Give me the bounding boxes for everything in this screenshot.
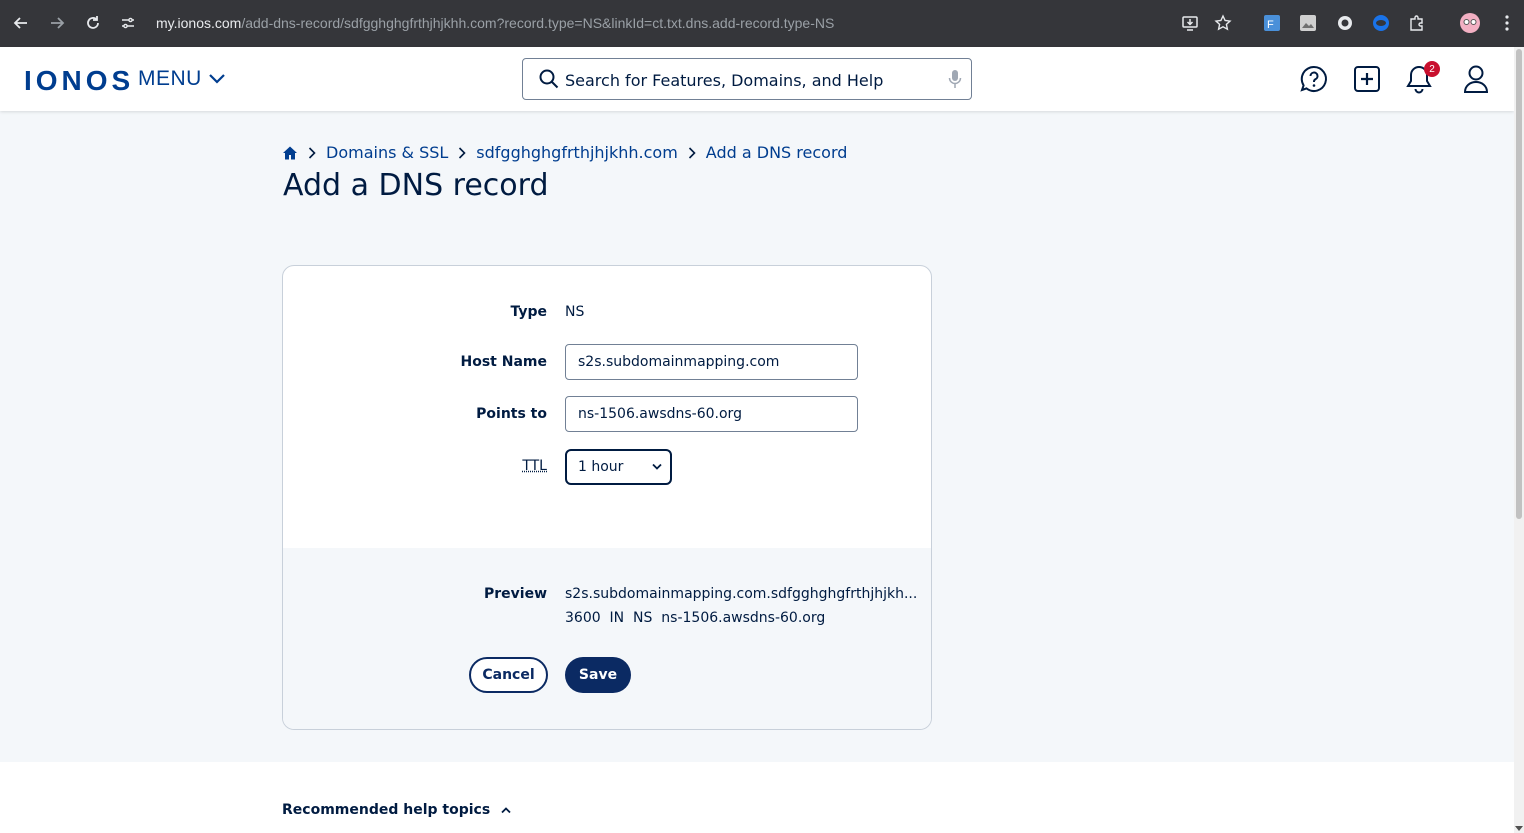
help-topics-toggle[interactable]: Recommended help topics bbox=[282, 802, 512, 818]
avatar-icon bbox=[1460, 13, 1480, 33]
type-value: NS bbox=[565, 304, 585, 320]
ttl-select[interactable]: 1 hour bbox=[565, 449, 672, 485]
help-button[interactable] bbox=[1298, 63, 1330, 95]
ttl-label[interactable]: TTL bbox=[522, 458, 547, 474]
help-topics-label: Recommended help topics bbox=[282, 802, 491, 818]
preview-record-name: s2s.subdomainmapping.com.sdfgghghgfrthjh… bbox=[565, 586, 918, 602]
cancel-button[interactable]: Cancel bbox=[469, 657, 548, 693]
breadcrumb-domain[interactable]: sdfgghghgfrthjhjkhh.com bbox=[476, 143, 678, 162]
chevron-right-icon bbox=[688, 146, 696, 159]
browser-toolbar: my.ionos.com/add-dns-record/sdfgghghgfrt… bbox=[0, 0, 1524, 47]
extension-eye[interactable] bbox=[1370, 12, 1392, 34]
dns-record-form: Type NS Host Name Points to TTL 1 hour P… bbox=[282, 265, 932, 730]
arrow-left-icon bbox=[13, 17, 27, 29]
scroll-down-arrow[interactable] bbox=[1515, 826, 1523, 831]
main-menu-button[interactable]: MENU bbox=[138, 67, 226, 91]
extension-eye-icon bbox=[1373, 15, 1389, 31]
points-to-label: Points to bbox=[476, 406, 547, 422]
back-button[interactable] bbox=[3, 5, 39, 41]
app-header: IONOS MENU 2 bbox=[0, 47, 1514, 111]
breadcrumb: Domains & SSL sdfgghghgfrthjhjkhh.com Ad… bbox=[282, 143, 847, 162]
bookmark-button[interactable] bbox=[1212, 12, 1234, 34]
breadcrumb-separator bbox=[688, 146, 696, 159]
chevron-up-icon bbox=[501, 807, 511, 814]
forward-button[interactable] bbox=[39, 5, 75, 41]
breadcrumb-current: Add a DNS record bbox=[705, 143, 848, 162]
host-name-label: Host Name bbox=[460, 354, 547, 370]
ttl-selected-value: 1 hour bbox=[578, 459, 624, 475]
chevron-down-icon bbox=[652, 463, 662, 470]
menu-label: MENU bbox=[138, 67, 202, 90]
arrow-right-icon bbox=[51, 17, 65, 29]
extension-photo-icon bbox=[1300, 15, 1316, 31]
kebab-icon bbox=[1505, 15, 1509, 31]
host-name-input[interactable] bbox=[565, 344, 858, 380]
microphone-icon[interactable] bbox=[948, 69, 962, 89]
ionos-logo[interactable]: IONOS bbox=[24, 65, 134, 97]
plus-square-icon bbox=[1354, 66, 1380, 92]
breadcrumb-domains-ssl[interactable]: Domains & SSL bbox=[326, 143, 448, 162]
account-button[interactable] bbox=[1460, 63, 1492, 95]
extension-fi[interactable]: F bbox=[1261, 12, 1283, 34]
chevron-right-icon bbox=[308, 146, 316, 159]
extension-g[interactable] bbox=[1334, 12, 1356, 34]
preview-record-data: 3600 IN NS ns-1506.awsdns-60.org bbox=[565, 610, 826, 626]
help-chat-icon bbox=[1300, 65, 1327, 92]
user-icon bbox=[1463, 65, 1489, 93]
puzzle-icon bbox=[1410, 15, 1423, 31]
breadcrumb-separator bbox=[458, 146, 466, 159]
address-bar[interactable]: my.ionos.com/add-dns-record/sdfgghghgfrt… bbox=[156, 8, 834, 38]
points-to-input[interactable] bbox=[565, 396, 858, 432]
reload-button[interactable] bbox=[75, 5, 111, 41]
scrollbar-thumb[interactable] bbox=[1516, 49, 1522, 519]
preview-section bbox=[283, 548, 931, 729]
reload-icon bbox=[87, 16, 99, 29]
breadcrumb-separator bbox=[308, 146, 316, 159]
help-section: Recommended help topics bbox=[0, 762, 1514, 833]
chevron-down-icon bbox=[209, 74, 225, 84]
svg-text:F: F bbox=[1267, 19, 1274, 31]
page-title: Add a DNS record bbox=[283, 168, 549, 203]
install-app-button[interactable] bbox=[1179, 12, 1201, 34]
preview-label: Preview bbox=[483, 586, 547, 602]
type-label: Type bbox=[510, 304, 547, 320]
extension-photo[interactable] bbox=[1297, 12, 1319, 34]
site-info-button[interactable] bbox=[118, 5, 138, 41]
notification-badge: 2 bbox=[1424, 61, 1440, 77]
search-box[interactable] bbox=[522, 58, 972, 100]
install-icon bbox=[1182, 16, 1198, 31]
browser-menu-button[interactable] bbox=[1496, 12, 1518, 34]
extension-fi-icon: F bbox=[1264, 15, 1280, 31]
add-button[interactable] bbox=[1351, 63, 1383, 95]
profile-avatar[interactable] bbox=[1459, 12, 1481, 34]
extension-g-icon bbox=[1338, 16, 1352, 30]
page-scrollbar[interactable] bbox=[1514, 47, 1524, 833]
chevron-right-icon bbox=[459, 146, 466, 159]
extensions-button[interactable] bbox=[1406, 12, 1428, 34]
url-path: /add-dns-record/sdfgghghgfrthjhjkhh.com?… bbox=[241, 15, 835, 31]
search-input[interactable] bbox=[565, 67, 935, 93]
star-icon bbox=[1214, 14, 1232, 31]
home-icon[interactable] bbox=[282, 145, 298, 161]
tune-icon bbox=[122, 17, 134, 29]
save-button[interactable]: Save bbox=[565, 657, 631, 693]
search-icon bbox=[539, 69, 559, 89]
url-host: my.ionos.com bbox=[156, 15, 242, 31]
